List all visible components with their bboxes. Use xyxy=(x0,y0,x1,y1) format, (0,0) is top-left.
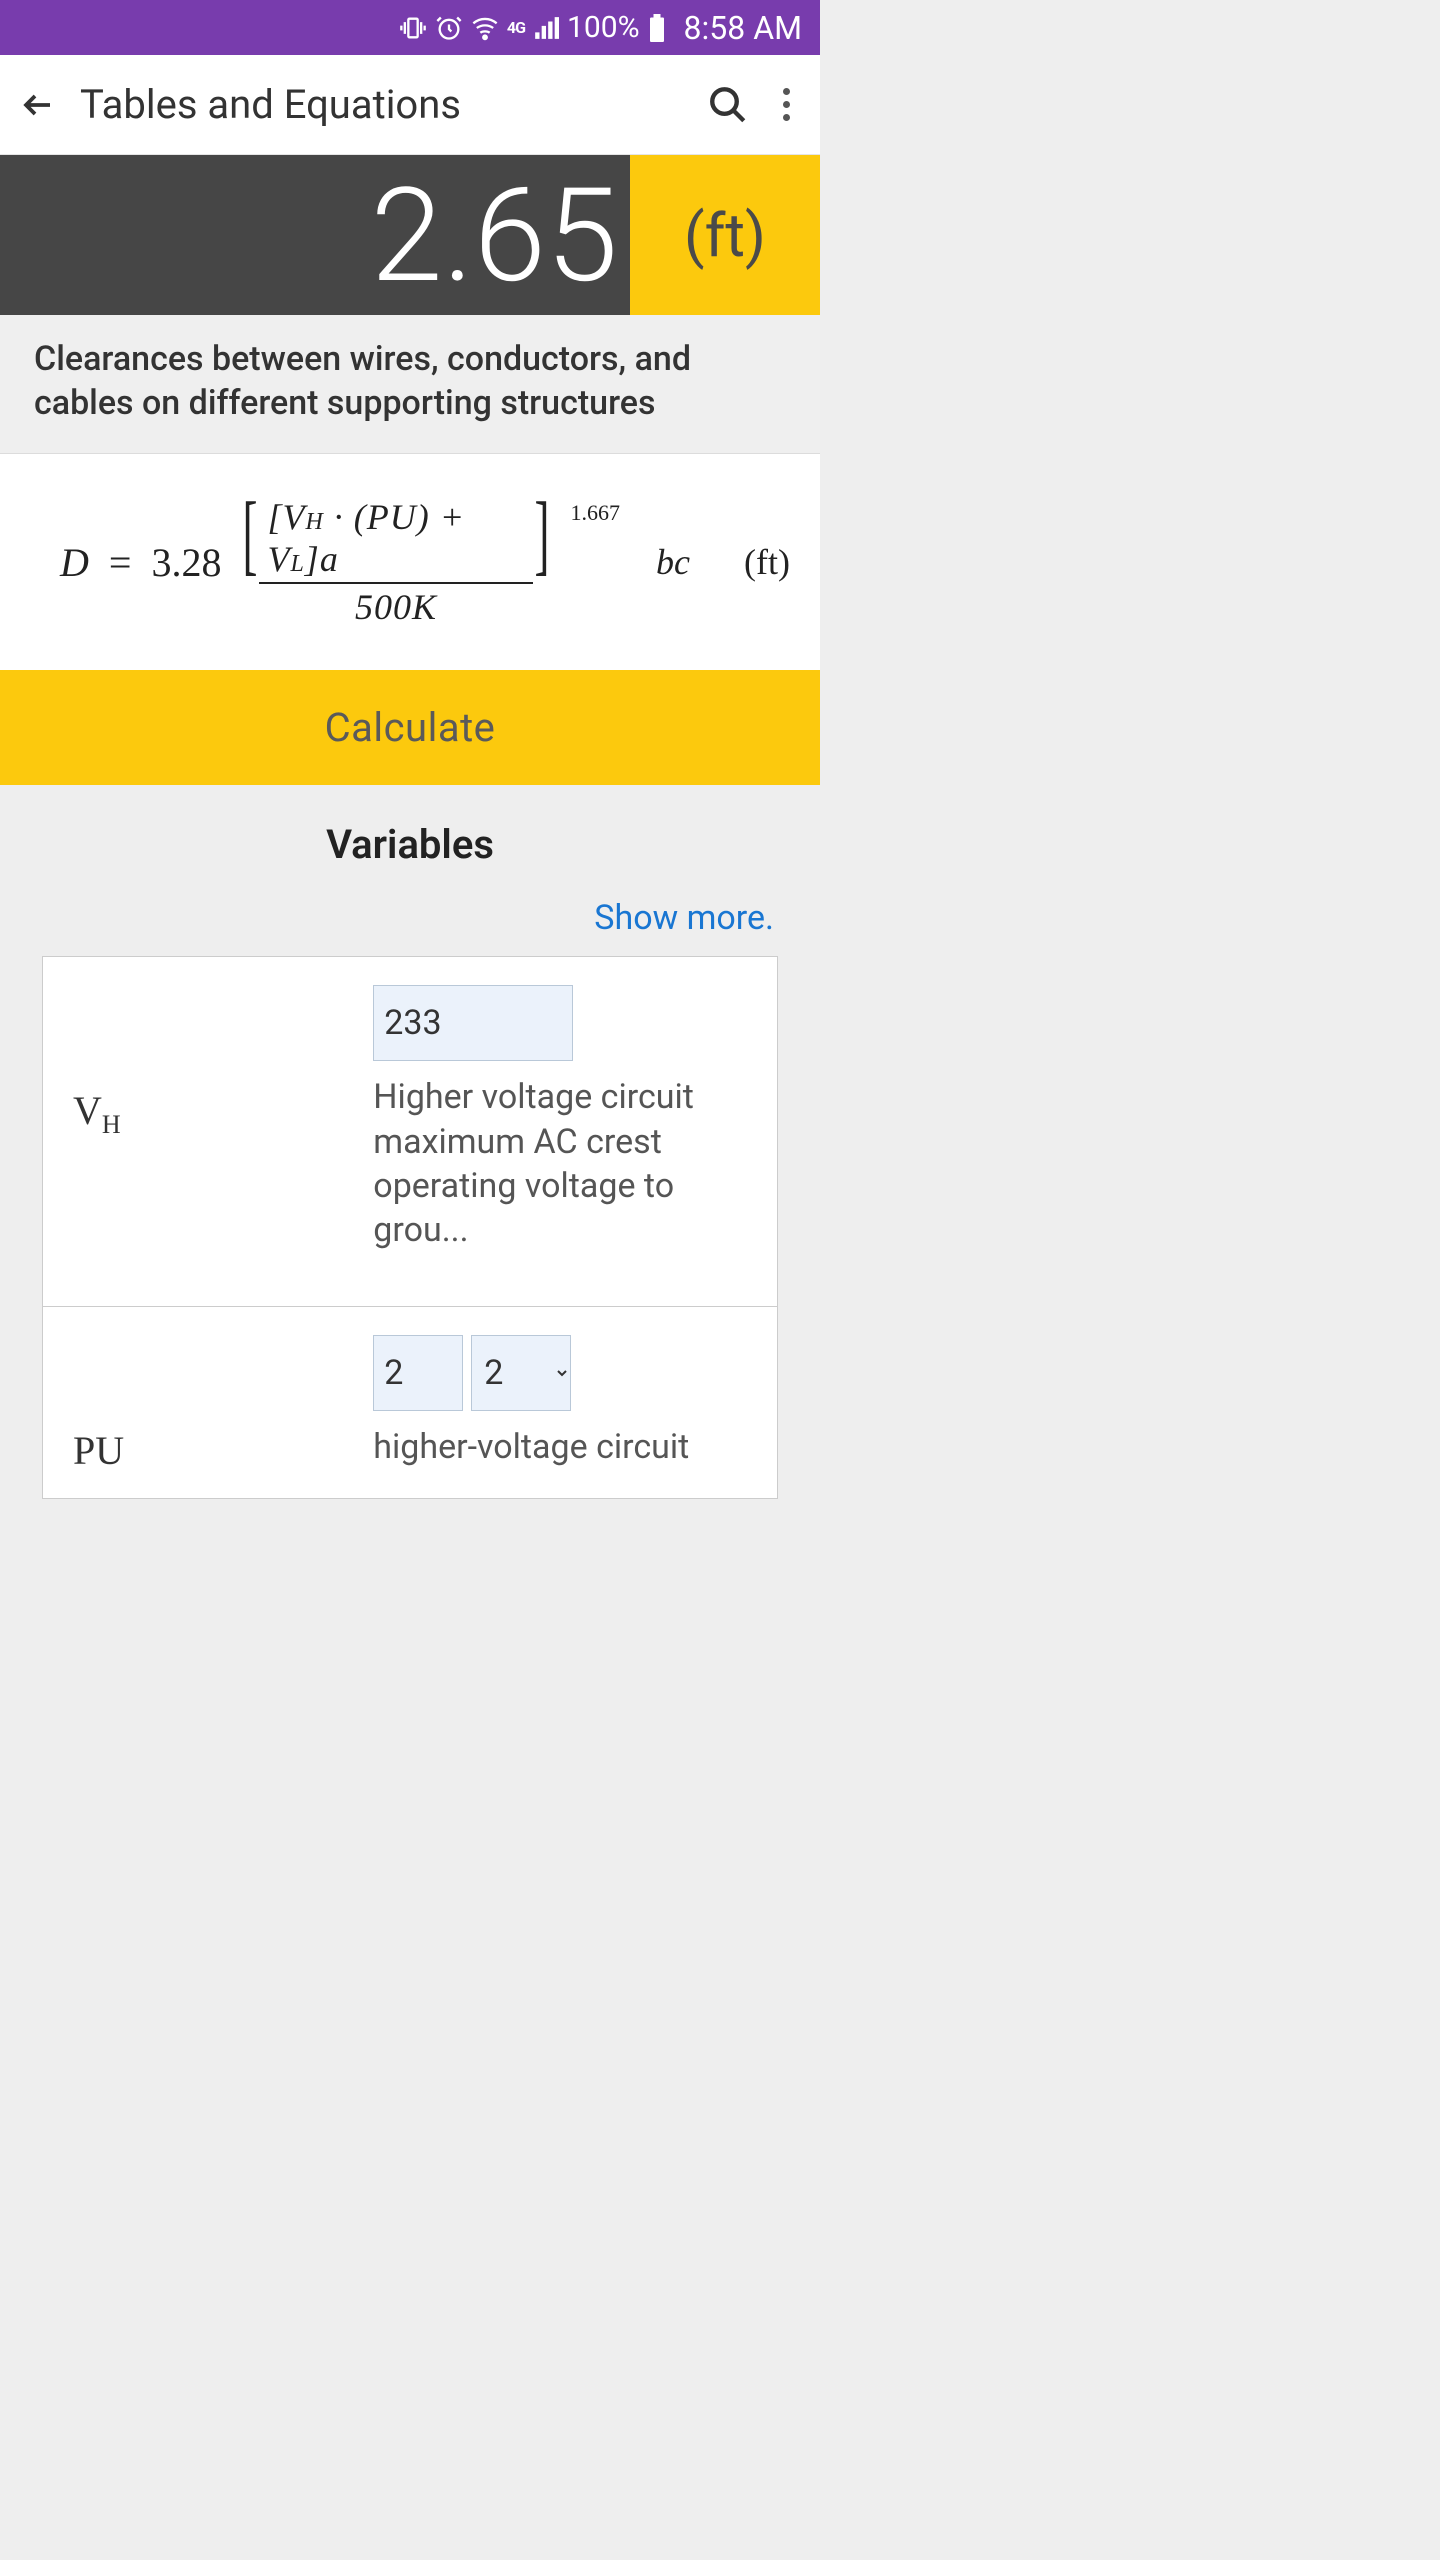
variable-row-vh: VH Higher voltage circuit maximum AC cre… xyxy=(43,957,777,1307)
eq-fraction: [VH · (PU) + VL]a 500K xyxy=(259,494,532,630)
eq-extra-factor: bc xyxy=(656,541,690,583)
battery-pct: 100% xyxy=(567,10,640,45)
result-value: 2.65 xyxy=(0,155,630,315)
alarm-icon xyxy=(435,14,463,42)
back-button[interactable] xyxy=(20,87,56,123)
eq-unit: (ft) xyxy=(744,541,790,583)
eq-constant: 3.28 xyxy=(151,539,221,586)
status-icons: 4G 100% xyxy=(399,10,666,45)
search-button[interactable] xyxy=(707,84,749,126)
equation-description: Clearances between wires, conductors, an… xyxy=(0,315,820,454)
eq-exponent: 1.667 xyxy=(571,500,621,526)
variables-section: Variables Show more. VH Higher voltage c… xyxy=(0,785,820,1498)
variable-desc-pu: higher-voltage circuit xyxy=(373,1425,733,1469)
page-title: Tables and Equations xyxy=(80,81,683,128)
variable-input-pu[interactable] xyxy=(373,1335,463,1411)
eq-lhs: D xyxy=(60,539,89,586)
equation-display: D = 3.28 [ [VH · (PU) + VL]a 500K ] 1.66… xyxy=(0,454,820,670)
app-bar: Tables and Equations xyxy=(0,55,820,155)
result-bar: 2.65 (ft) xyxy=(0,155,820,315)
variable-row-pu: PU 2 higher-voltage circuit xyxy=(43,1307,777,1497)
variable-select-pu[interactable]: 2 xyxy=(471,1335,571,1411)
network-4g-label: 4G xyxy=(507,18,525,37)
variable-input-vh[interactable] xyxy=(373,985,573,1061)
overflow-menu-button[interactable] xyxy=(773,88,800,121)
vibrate-icon xyxy=(399,14,427,42)
wifi-icon xyxy=(471,14,499,42)
variable-label-vh: VH xyxy=(43,957,373,1306)
eq-numerator: [VH · (PU) + VL]a xyxy=(259,494,532,582)
variable-label-pu: PU xyxy=(43,1307,373,1497)
android-status-bar: 4G 100% 8:58 AM xyxy=(0,0,820,55)
calculate-button[interactable]: Calculate xyxy=(0,670,820,785)
show-more-link[interactable]: Show more. xyxy=(0,868,820,956)
eq-denominator: 500K xyxy=(347,584,445,630)
eq-equals: = xyxy=(109,539,132,586)
eq-bracket-group: [ [VH · (PU) + VL]a 500K ] xyxy=(235,494,556,630)
variables-heading: Variables xyxy=(0,821,820,868)
clock: 8:58 AM xyxy=(684,9,802,47)
variable-desc-vh: Higher voltage circuit maximum AC crest … xyxy=(373,1075,733,1252)
battery-icon xyxy=(648,14,666,42)
variables-table: VH Higher voltage circuit maximum AC cre… xyxy=(42,956,778,1498)
signal-icon xyxy=(533,15,559,41)
result-unit: (ft) xyxy=(630,155,820,315)
